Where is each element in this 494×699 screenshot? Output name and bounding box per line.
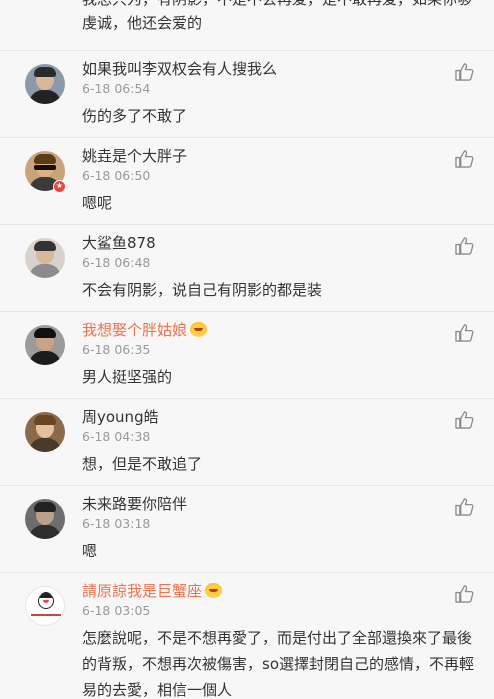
comment-text: 男人挺坚强的	[82, 368, 173, 386]
comment-time: 6-18 06:50	[82, 168, 151, 183]
comment-item: 我想娶个胖姑娘 6-18 06:35 男人挺坚强的	[0, 312, 494, 399]
comment-time: 6-18 03:05	[82, 603, 151, 618]
comment-item: 大鲨鱼878 6-18 06:48 不会有阴影，说自己有阴影的都是装	[0, 225, 494, 312]
comment-time: 6-18 06:48	[82, 255, 151, 270]
comment-time: 6-18 06:35	[82, 342, 151, 357]
comment-feed: 我总只为，有阴影，不是不会再爱，是不敢再爱，如果你够虔诚，他还会爱的 如果我叫李…	[0, 0, 494, 699]
avatar[interactable]	[25, 586, 65, 626]
avatar[interactable]	[25, 325, 65, 365]
comment-item: 未来路要你陪伴 6-18 03:18 嗯	[0, 486, 494, 573]
commenter-name-text[interactable]: 我想娶个胖姑娘	[82, 321, 187, 339]
comment-text: 嗯	[82, 542, 98, 560]
verified-badge-icon: ★	[53, 180, 66, 193]
commenter-name[interactable]: 請原諒我是巨蟹座	[82, 580, 223, 602]
comment-item: 周young皓 6-18 04:38 想，但是不敢追了	[0, 399, 494, 486]
avatar[interactable]	[25, 412, 65, 452]
thumbs-up-icon[interactable]	[455, 585, 474, 603]
commenter-name[interactable]: 大鲨鱼878	[82, 232, 156, 254]
commenter-name[interactable]: 如果我叫李双权会有人搜我么	[82, 58, 277, 80]
comment-item: ★ 姚垚是个大胖子 6-18 06:50 嗯呢	[0, 138, 494, 225]
comment-item: 請原諒我是巨蟹座 6-18 03:05 怎麼說呢，不是不想再愛了，而是付出了全部…	[0, 573, 494, 699]
comment-text: 伤的多了不敢了	[82, 107, 188, 125]
vip-crown-icon	[190, 322, 208, 337]
commenter-name-text[interactable]: 請原諒我是巨蟹座	[82, 582, 202, 600]
thumbs-up-icon[interactable]	[455, 498, 474, 516]
comment-time: 6-18 03:18	[82, 516, 151, 531]
comment-item: 如果我叫李双权会有人搜我么 6-18 06:54 伤的多了不敢了	[0, 51, 494, 138]
thumbs-up-icon[interactable]	[455, 324, 474, 342]
commenter-name[interactable]: 周young皓	[82, 406, 159, 428]
thumbs-up-icon[interactable]	[455, 237, 474, 255]
comment-text: 嗯呢	[82, 194, 113, 212]
comment-time: 6-18 04:38	[82, 429, 151, 444]
commenter-name[interactable]: 我想娶个胖姑娘	[82, 319, 208, 341]
commenter-name[interactable]: 未来路要你陪伴	[82, 493, 187, 515]
avatar[interactable]	[25, 64, 65, 104]
commenter-name[interactable]: 姚垚是个大胖子	[82, 145, 187, 167]
comment-fragment: 我总只为，有阴影，不是不会再爱，是不敢再爱，如果你够虔诚，他还会爱的	[0, 0, 494, 51]
thumbs-up-icon[interactable]	[455, 411, 474, 429]
vip-crown-icon	[205, 583, 223, 598]
avatar[interactable]	[25, 499, 65, 539]
thumbs-up-icon[interactable]	[455, 63, 474, 81]
comment-text: 想，但是不敢追了	[82, 455, 203, 473]
thumbs-up-icon[interactable]	[455, 150, 474, 168]
comment-text: 怎麼說呢，不是不想再愛了，而是付出了全部還換來了最後的背叛，不想再次被傷害，so…	[82, 629, 474, 699]
comment-time: 6-18 06:54	[82, 81, 151, 96]
comment-text: 我总只为，有阴影，不是不会再爱，是不敢再爱，如果你够虔诚，他还会爱的	[82, 0, 472, 32]
comment-text: 不会有阴影，说自己有阴影的都是装	[82, 281, 323, 299]
avatar[interactable]	[25, 238, 65, 278]
